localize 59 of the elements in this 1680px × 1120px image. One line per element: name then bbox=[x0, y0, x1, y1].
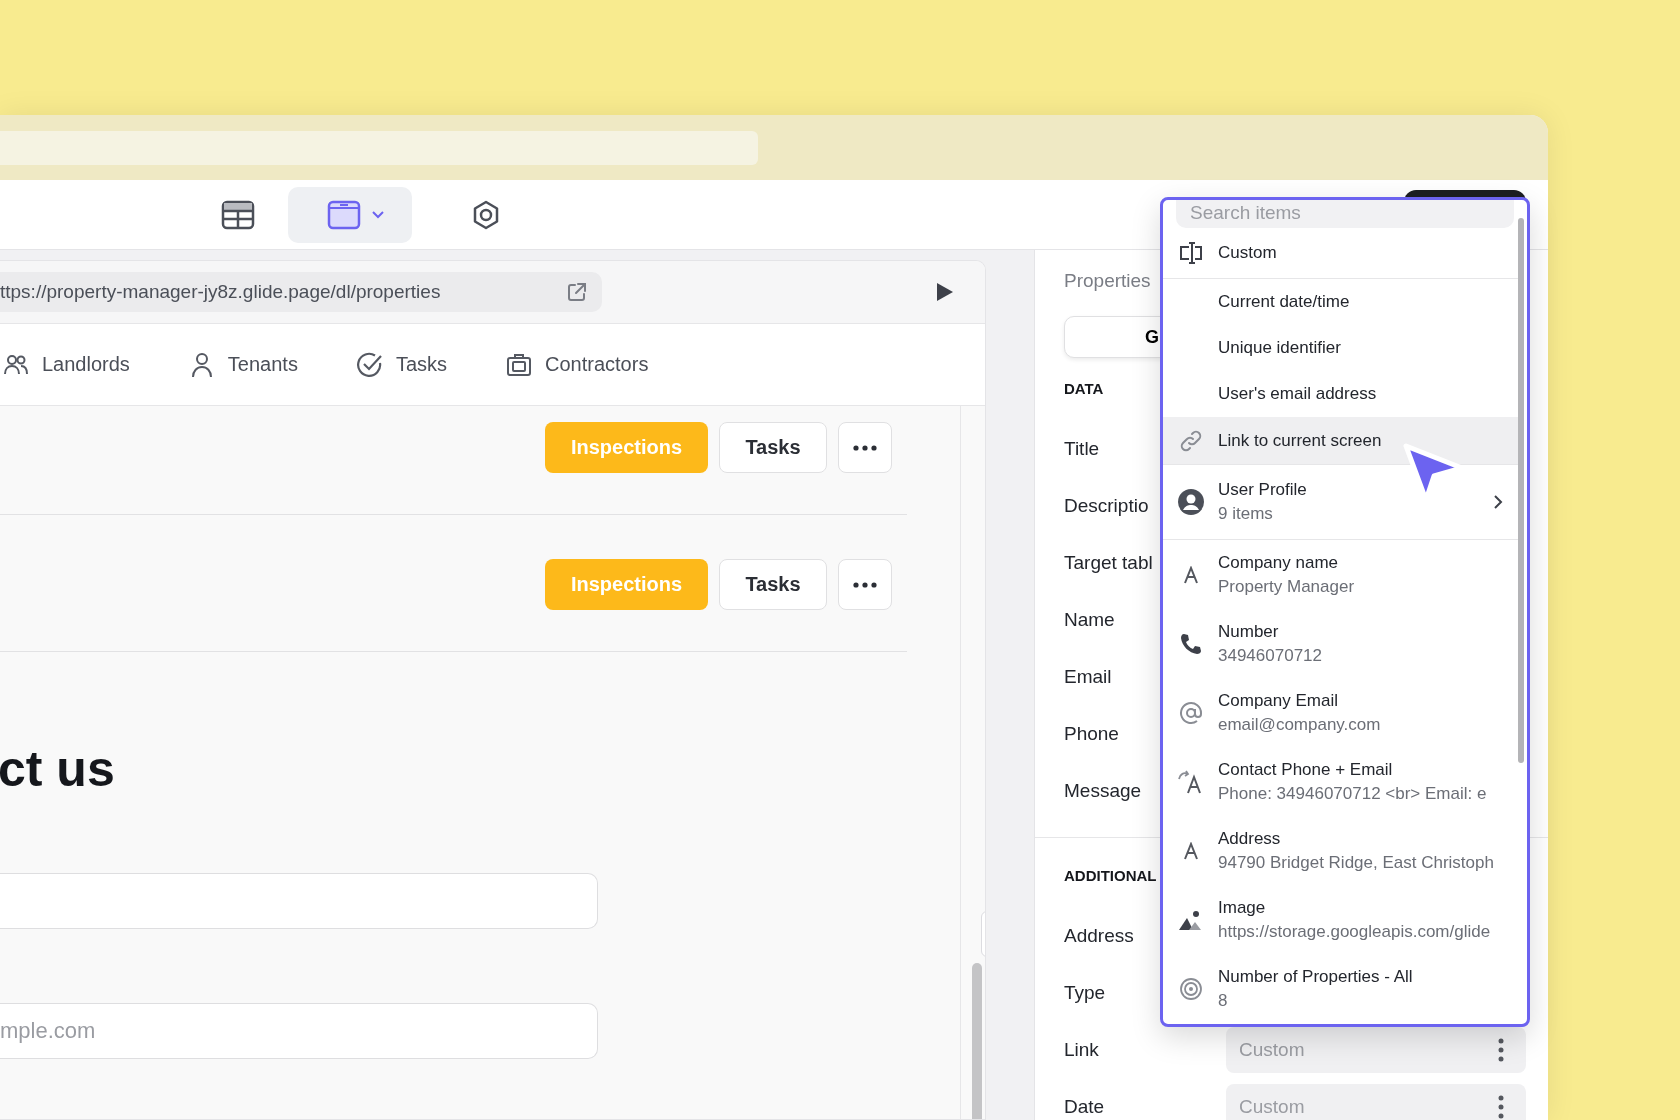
menu-item[interactable]: User's email address bbox=[1163, 371, 1518, 417]
menu-item[interactable]: Company name Property Manager bbox=[1163, 540, 1518, 609]
field-label: Descriptio bbox=[1064, 494, 1149, 517]
menu-item[interactable]: Contact Phone + Email Phone: 34946070712 <br> Email: e bbox=[1163, 747, 1518, 816]
panel-title: Properties bbox=[1064, 270, 1152, 293]
phone-icon bbox=[1178, 631, 1203, 656]
play-icon[interactable] bbox=[935, 281, 955, 303]
scrollbar[interactable] bbox=[972, 963, 982, 1119]
menu-item[interactable]: Custom bbox=[1163, 228, 1518, 279]
field-label: Link bbox=[1064, 1038, 1099, 1061]
field-label: Date bbox=[1064, 1095, 1105, 1118]
more-button[interactable] bbox=[838, 422, 892, 473]
field-label: Target tabl bbox=[1064, 551, 1153, 574]
field-label: Email bbox=[1064, 665, 1112, 688]
section-heading: ADDITIONAL bbox=[1064, 867, 1157, 884]
kebab-icon[interactable] bbox=[1498, 1037, 1504, 1062]
text-cursor-icon bbox=[1177, 240, 1204, 266]
field-label: Type bbox=[1064, 981, 1106, 1004]
tasks-button[interactable]: Tasks bbox=[719, 559, 827, 610]
chevron-right-icon bbox=[1492, 493, 1504, 511]
target-icon bbox=[1178, 976, 1203, 1001]
input-field[interactable] bbox=[0, 873, 598, 929]
text-type-icon bbox=[1182, 565, 1199, 584]
input-field[interactable]: mple.com bbox=[0, 1003, 598, 1059]
field-label: Message bbox=[1064, 779, 1142, 802]
field-label: Name bbox=[1064, 608, 1115, 631]
screen-tab[interactable] bbox=[288, 186, 412, 243]
more-button[interactable] bbox=[838, 559, 892, 610]
field-label: Address bbox=[1064, 924, 1134, 947]
scrollbar[interactable] bbox=[1518, 218, 1524, 763]
link-icon bbox=[1178, 428, 1203, 453]
tasks-button[interactable]: Tasks bbox=[719, 422, 827, 473]
menu-item[interactable]: Image https://storage.googleapis.com/glide bbox=[1163, 885, 1518, 954]
url-text: ttps://property-manager-jy8z.glide.page/dl/properties bbox=[0, 281, 441, 303]
window-icon bbox=[327, 199, 361, 230]
search-field[interactable]: Search items bbox=[1176, 200, 1514, 228]
menu-item[interactable]: Address 94790 Bridget Ridge, East Christoph bbox=[1163, 816, 1518, 885]
caret-icon bbox=[371, 209, 385, 220]
nav-tab[interactable]: Tenants bbox=[187, 350, 298, 379]
check-circle-icon bbox=[355, 350, 384, 379]
section-heading: DATA bbox=[1064, 380, 1104, 397]
kebab-icon[interactable] bbox=[1498, 1094, 1504, 1119]
menu-item[interactable]: Company Email email@company.com bbox=[1163, 678, 1518, 747]
menu-item[interactable]: Number of Properties - All 8 bbox=[1163, 954, 1518, 1023]
field-label: Phone bbox=[1064, 722, 1119, 745]
nav-tab[interactable]: Landlords bbox=[2, 350, 130, 379]
table-icon bbox=[221, 199, 255, 230]
nav-tab[interactable]: Tasks bbox=[355, 350, 448, 379]
text-type-icon bbox=[1182, 841, 1199, 860]
menu-item[interactable]: Number 34946070712 bbox=[1163, 609, 1518, 678]
at-sign-icon bbox=[1178, 700, 1203, 725]
nav-tab[interactable]: Contractors bbox=[505, 350, 649, 379]
dots-icon bbox=[853, 444, 877, 451]
field-label: Title bbox=[1064, 437, 1100, 460]
dots-icon bbox=[853, 581, 877, 588]
menu-item[interactable]: Link to current screen bbox=[1163, 417, 1518, 465]
form-heading: ct us bbox=[0, 744, 116, 794]
avatar-icon bbox=[1176, 488, 1205, 516]
external-link-icon[interactable] bbox=[566, 281, 588, 303]
